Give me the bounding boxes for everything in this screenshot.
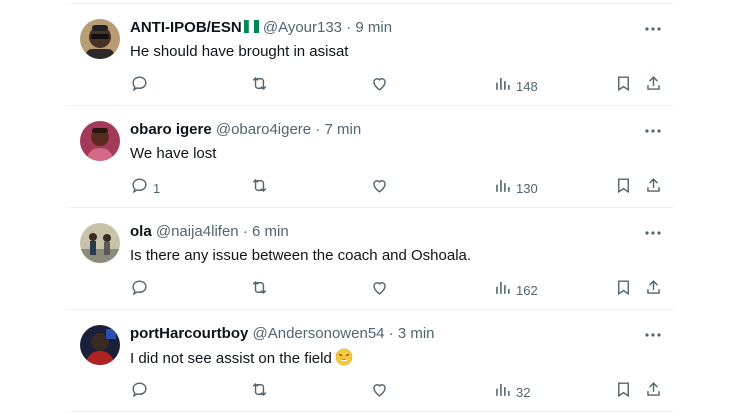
timestamp[interactable]: 3 min <box>398 325 435 342</box>
share-button[interactable] <box>644 278 663 302</box>
reply-button[interactable] <box>130 74 153 98</box>
action-bar: 1 130 <box>130 176 670 200</box>
tweet-text-container: I did not see assist on the field <box>130 348 353 369</box>
bookmark-icon <box>614 278 633 302</box>
bookmark-button[interactable] <box>614 74 633 98</box>
tweet-header: ANTI-IPOB/ESN @Ayour133 · 9 min <box>130 18 392 38</box>
action-bar: 148 <box>130 74 670 98</box>
retweet-button[interactable] <box>250 74 269 98</box>
reply-icon <box>130 278 149 302</box>
retweet-button[interactable] <box>250 278 269 302</box>
display-name[interactable]: obaro igere <box>130 121 212 138</box>
timestamp[interactable]: 7 min <box>325 121 362 138</box>
avatar[interactable] <box>80 325 120 365</box>
view-count: 130 <box>516 180 538 196</box>
nigeria-flag-icon <box>243 19 259 34</box>
tweet-text: We have lost <box>130 145 217 162</box>
views-chart-icon <box>493 380 512 404</box>
reply-count: 1 <box>153 180 161 196</box>
action-bar: 32 <box>130 380 670 404</box>
retweet-icon <box>250 380 269 404</box>
views-chart-icon <box>493 278 512 302</box>
separator-dot: · <box>242 223 248 240</box>
view-count: 148 <box>516 78 538 94</box>
display-name[interactable]: portHarcourtboy <box>130 325 248 342</box>
heart-icon <box>370 74 389 98</box>
views-button[interactable]: 32 <box>493 380 530 404</box>
reply-button[interactable]: 1 <box>130 176 160 200</box>
bookmark-icon <box>614 74 633 98</box>
share-icon <box>644 380 663 404</box>
views-button[interactable]: 148 <box>493 74 538 98</box>
handle[interactable]: @naija4lifen <box>156 223 239 240</box>
bookmark-button[interactable] <box>614 278 633 302</box>
tweet-header: ola @naija4lifen · 6 min <box>130 222 289 242</box>
handle[interactable]: @Ayour133 <box>263 19 342 36</box>
separator-dot: · <box>315 121 321 138</box>
tweet[interactable]: portHarcourtboy @Andersonowen54 · 3 min … <box>66 310 674 412</box>
reply-icon <box>130 380 149 404</box>
timestamp[interactable]: 9 min <box>355 19 392 36</box>
more-options-icon[interactable] <box>643 21 663 37</box>
tweet[interactable]: ola @naija4lifen · 6 min Is there any is… <box>66 208 674 310</box>
views-chart-icon <box>493 74 512 98</box>
tweet-header: obaro igere @obaro4igere · 7 min <box>130 120 361 140</box>
reply-button[interactable] <box>130 278 153 302</box>
retweet-icon <box>250 74 269 98</box>
tweet-text: He should have brought in asisat <box>130 43 349 60</box>
reply-icon <box>130 74 149 98</box>
like-button[interactable] <box>370 74 389 98</box>
bookmark-icon <box>614 380 633 404</box>
share-button[interactable] <box>644 74 663 98</box>
share-button[interactable] <box>644 176 663 200</box>
weary-face-icon <box>335 348 353 366</box>
more-options-icon[interactable] <box>643 327 663 343</box>
more-options-icon[interactable] <box>643 123 663 139</box>
heart-icon <box>370 380 389 404</box>
reply-button[interactable] <box>130 380 153 404</box>
retweet-button[interactable] <box>250 176 269 200</box>
reply-icon <box>130 176 149 200</box>
retweet-icon <box>250 278 269 302</box>
like-button[interactable] <box>370 176 389 200</box>
tweet-text: Is there any issue between the coach and… <box>130 247 472 264</box>
divider <box>66 411 674 412</box>
views-chart-icon <box>493 176 512 200</box>
reply-feed: ANTI-IPOB/ESN @Ayour133 · 9 min He shoul… <box>66 0 674 416</box>
share-icon <box>644 278 663 302</box>
views-button[interactable]: 130 <box>493 176 538 200</box>
bookmark-button[interactable] <box>614 176 633 200</box>
like-button[interactable] <box>370 380 389 404</box>
more-options-icon[interactable] <box>643 225 663 241</box>
separator-dot: · <box>346 19 352 36</box>
handle[interactable]: @Andersonowen54 <box>253 325 385 342</box>
view-count: 162 <box>516 282 538 298</box>
tweet[interactable]: ANTI-IPOB/ESN @Ayour133 · 9 min He shoul… <box>66 4 674 106</box>
tweet-header: portHarcourtboy @Andersonowen54 · 3 min <box>130 324 435 344</box>
separator-dot: · <box>388 325 394 342</box>
tweet-text: I did not see assist on the field <box>130 350 332 367</box>
share-button[interactable] <box>644 380 663 404</box>
avatar[interactable] <box>80 121 120 161</box>
share-icon <box>644 74 663 98</box>
bookmark-button[interactable] <box>614 380 633 404</box>
handle[interactable]: @obaro4igere <box>216 121 311 138</box>
display-name[interactable]: ola <box>130 223 152 240</box>
action-bar: 162 <box>130 278 670 302</box>
timestamp[interactable]: 6 min <box>252 223 289 240</box>
retweet-button[interactable] <box>250 380 269 404</box>
retweet-icon <box>250 176 269 200</box>
view-count: 32 <box>516 384 531 400</box>
share-icon <box>644 176 663 200</box>
heart-icon <box>370 278 389 302</box>
avatar[interactable] <box>80 19 120 59</box>
views-button[interactable]: 162 <box>493 278 538 302</box>
tweet[interactable]: obaro igere @obaro4igere · 7 min We have… <box>66 106 674 208</box>
display-name[interactable]: ANTI-IPOB/ESN <box>130 19 242 36</box>
heart-icon <box>370 176 389 200</box>
avatar[interactable] <box>80 223 120 263</box>
like-button[interactable] <box>370 278 389 302</box>
bookmark-icon <box>614 176 633 200</box>
